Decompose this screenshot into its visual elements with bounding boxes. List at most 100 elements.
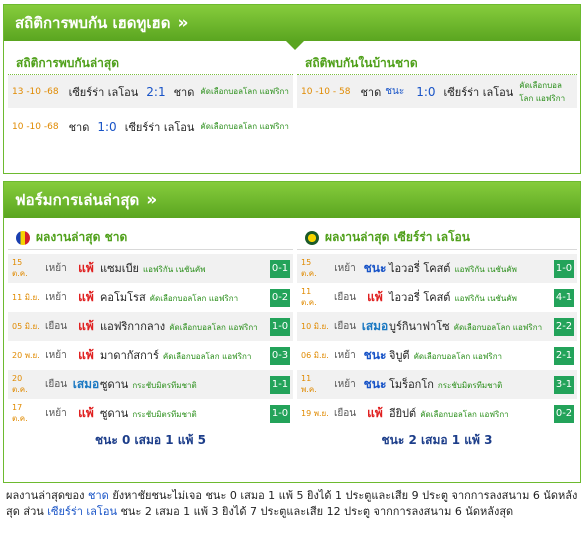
- score-badge[interactable]: 4-1: [554, 288, 574, 307]
- league-name[interactable]: คัดเลือกบอลโลก แอฟริกา: [414, 352, 502, 361]
- away-team[interactable]: เซียร์ร่า เลโอน: [444, 83, 514, 101]
- result-label: เสมอ: [72, 377, 100, 391]
- league-name[interactable]: กระชับมิตรทีมชาติ: [438, 381, 502, 390]
- form-row[interactable]: 17 ต.ค. เหย้า แพ้ ซูดาน กระชับมิตรทีมชาติ 1-0: [8, 399, 293, 428]
- opponent-name[interactable]: แซมเบีย: [100, 262, 139, 275]
- team-link-chad[interactable]: ชาด: [88, 489, 109, 502]
- opponent-name[interactable]: จิบูตี: [389, 349, 410, 362]
- result-label: แพ้: [78, 290, 94, 304]
- home-away: เหย้า: [45, 263, 67, 274]
- opponent: ซูดาน กระชับมิตรทีมชาติ: [100, 378, 270, 392]
- match-date: 10 -10 - 58: [301, 86, 351, 97]
- opponent-name[interactable]: อียิปต์: [389, 407, 416, 420]
- league-name[interactable]: คัดเลือกบอลโลก แอฟริกา: [519, 79, 573, 105]
- form-date: 20 ต.ค.: [12, 373, 28, 394]
- form-date: 15 ต.ค.: [301, 257, 317, 278]
- opponent-name[interactable]: ไอวอรี่ โคสต์: [389, 291, 450, 304]
- result-label: ชนะ: [363, 261, 387, 275]
- score-badge[interactable]: 1-0: [270, 317, 290, 336]
- form-date: 06 มิ.ย.: [301, 351, 329, 360]
- form-right-column: ผลงานล่าสุด เซียร์ร่า เลโอน 15 ต.ค. เหย้า…: [297, 226, 577, 452]
- match-result: ชนะ: [385, 86, 405, 97]
- league-name[interactable]: กระชับมิตรทีมชาติ: [132, 381, 196, 390]
- form-row[interactable]: 20 ต.ค. เยือน เสมอ ซูดาน กระชับมิตรทีมชาติ 1-…: [8, 370, 293, 399]
- opponent-name[interactable]: บูร์กินาฟาโซ: [389, 320, 450, 333]
- form-header: ฟอร์มการเล่นล่าสุด »: [4, 182, 580, 218]
- home-away: เหย้า: [334, 379, 356, 390]
- home-team[interactable]: ชาด: [360, 83, 381, 101]
- summary-text: ผลงานล่าสุดของ ชาด ยังหาชัยชนะไม่เจอ ชนะ…: [6, 489, 578, 518]
- league-name[interactable]: คัดเลือกบอลโลก แอฟริกา: [420, 410, 508, 419]
- h2h-match-row[interactable]: 10 -10 -68 ชาด 1:0 เซียร์ร่า เลโอน คัดเลือกบ…: [8, 110, 293, 145]
- league-name[interactable]: คัดเลือกบอลโลก แอฟริกา: [169, 323, 257, 332]
- form-row[interactable]: 11 ต.ค. เยือน แพ้ ไอวอรี่ โคสต์ แอฟริกัน เนช…: [297, 283, 577, 312]
- opponent-name[interactable]: แอฟริกากลาง: [100, 320, 165, 333]
- opponent: แอฟริกากลาง คัดเลือกบอลโลก แอฟริกา: [100, 320, 270, 334]
- match-score: 2:1: [146, 84, 166, 99]
- form-row[interactable]: 05 มิ.ย. เยือน แพ้ แอฟริกากลาง คัดเลือกบอลโล…: [8, 312, 293, 341]
- result-label: ชนะ: [363, 377, 387, 391]
- result-label: เสมอ: [361, 319, 389, 333]
- form-row[interactable]: 15 ต.ค. เหย้า แพ้ แซมเบีย แอฟริกัน เนชันคัพ 0…: [8, 254, 293, 283]
- score-badge[interactable]: 1-0: [270, 404, 290, 423]
- score-badge[interactable]: 1-1: [270, 375, 290, 394]
- league-name[interactable]: กระชับมิตรทีมชาติ: [132, 410, 196, 419]
- h2h-home-row[interactable]: 10 -10 - 58 ชาด ชนะ 1:0 เซียร์ร่า เลโอน คัดเล…: [297, 75, 577, 110]
- opponent: ไอวอรี่ โคสต์ แอฟริกัน เนชันคัพ: [389, 291, 554, 305]
- league-name[interactable]: คัดเลือกบอลโลก แอฟริกา: [163, 352, 251, 361]
- form-date: 20 พ.ย.: [12, 351, 40, 360]
- h2h-match-row[interactable]: 13 -10 -68 เซียร์ร่า เลโอน 2:1 ชาด คัดเลือกบ…: [8, 75, 293, 110]
- score-badge[interactable]: 0-2: [270, 288, 290, 307]
- form-row[interactable]: 20 พ.ย. เหย้า แพ้ มาดากัสการ์ คัดเลือกบอลโลก…: [8, 341, 293, 370]
- left-total: ชนะ 0 เสมอ 1 แพ้ 5: [95, 433, 206, 447]
- score-badge[interactable]: 1-0: [554, 259, 574, 278]
- chevron-right-icon[interactable]: »: [177, 13, 188, 33]
- opponent-name[interactable]: คอโมโรส: [100, 291, 146, 304]
- league-name[interactable]: คัดเลือกบอลโลก แอฟริกา: [150, 294, 238, 303]
- score-badge[interactable]: 2-2: [554, 317, 574, 336]
- chevron-right-icon[interactable]: »: [146, 190, 157, 210]
- league-name[interactable]: แอฟริกัน เนชันคัพ: [454, 294, 517, 303]
- chad-flag-icon: [16, 230, 30, 245]
- result-label: แพ้: [78, 319, 94, 333]
- form-row[interactable]: 11 มิ.ย. เหย้า แพ้ คอโมโรส คัดเลือกบอลโลก แอ…: [8, 283, 293, 312]
- opponent-name[interactable]: ไอวอรี่ โคสต์: [389, 262, 450, 275]
- league-name[interactable]: คัดเลือกบอลโลก แอฟริกา: [200, 120, 288, 133]
- form-row[interactable]: 15 ต.ค. เหย้า ชนะ ไอวอรี่ โคสต์ แอฟริกัน เนช…: [297, 254, 577, 283]
- form-row[interactable]: 19 พ.ย. เยือน แพ้ อียิปต์ คัดเลือกบอลโลก แอฟ…: [297, 399, 577, 428]
- opponent: ไอวอรี่ โคสต์ แอฟริกัน เนชันคัพ: [389, 262, 554, 276]
- home-away: เหย้า: [334, 263, 356, 274]
- form-row[interactable]: 06 มิ.ย. เหย้า ชนะ จิบูตี คัดเลือกบอลโลก แอฟ…: [297, 341, 577, 370]
- team-link-sierra-leone[interactable]: เซียร์ร่า เลโอน: [47, 505, 117, 518]
- score-badge[interactable]: 2-1: [554, 346, 574, 365]
- home-away: เยือน: [333, 408, 357, 419]
- score-badge[interactable]: 0-1: [270, 259, 290, 278]
- home-team[interactable]: เซียร์ร่า เลโอน: [69, 83, 139, 101]
- score-badge[interactable]: 0-3: [270, 346, 290, 365]
- form-row[interactable]: 10 มิ.ย. เยือน เสมอ บูร์กินาฟาโซ คัดเลือกบอล…: [297, 312, 577, 341]
- result-label: แพ้: [78, 406, 94, 420]
- form-row[interactable]: 11 พ.ค. เหย้า ชนะ โมร็อกโก กระชับมิตรทีมชาติ…: [297, 370, 577, 399]
- score-badge[interactable]: 0-2: [554, 404, 574, 423]
- form-date: 11 ต.ค.: [301, 286, 317, 307]
- h2h-latest-column: สถิติการพบกันล่าสุด 13 -10 -68 เซียร์ร่า …: [8, 51, 293, 145]
- h2h-header-title: สถิติการพบกัน เฮดทูเฮด: [15, 14, 171, 32]
- away-team[interactable]: เซียร์ร่า เลโอน: [125, 118, 195, 136]
- form-left-title: ผลงานล่าสุด ชาด: [8, 226, 293, 250]
- league-name[interactable]: คัดเลือกบอลโลก แอฟริกา: [200, 85, 288, 98]
- opponent-name[interactable]: มาดากัสการ์: [100, 349, 159, 362]
- result-label: ชนะ: [363, 348, 387, 362]
- result-label: แพ้: [78, 261, 94, 275]
- league-name[interactable]: แอฟริกัน เนชันคัพ: [143, 265, 206, 274]
- opponent-name[interactable]: โมร็อกโก: [389, 378, 434, 391]
- league-name[interactable]: แอฟริกัน เนชันคัพ: [454, 265, 517, 274]
- away-team[interactable]: ชาด: [174, 83, 195, 101]
- score-badge[interactable]: 3-1: [554, 375, 574, 394]
- league-name[interactable]: คัดเลือกบอลโลก แอฟริกา: [454, 323, 542, 332]
- result-label: แพ้: [367, 406, 383, 420]
- home-team[interactable]: ชาด: [69, 118, 90, 136]
- h2h-panel: สถิติการพบกัน เฮดทูเฮด » สถิติการพบกันล่…: [3, 4, 581, 174]
- opponent-name[interactable]: ซูดาน: [100, 407, 128, 420]
- opponent: โมร็อกโก กระชับมิตรทีมชาติ: [389, 378, 554, 392]
- opponent-name[interactable]: ซูดาน: [100, 378, 128, 391]
